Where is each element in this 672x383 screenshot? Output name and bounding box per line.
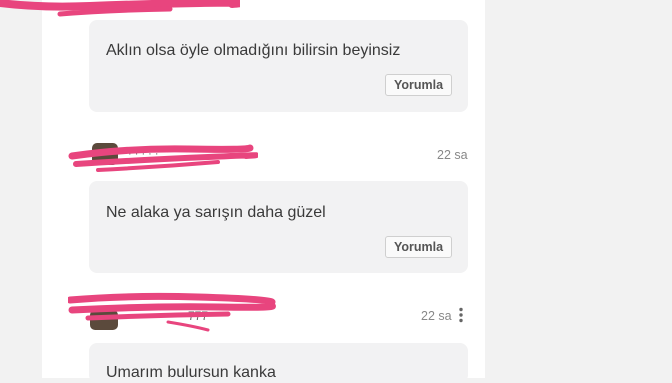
redaction-scribble <box>0 0 240 17</box>
comment-bubble: Ne alaka ya sarışın daha güzel Yorumla <box>89 181 468 273</box>
comment-bubble: Aklın olsa öyle olmadığını bilirsin beyi… <box>89 20 468 112</box>
reply-button[interactable]: Yorumla <box>385 236 452 258</box>
comment-text: Aklın olsa öyle olmadığını bilirsin beyi… <box>106 42 401 59</box>
comment-time: 22 sa <box>437 148 468 162</box>
reply-button[interactable]: Yorumla <box>385 74 452 96</box>
comment-time: 22 sa <box>421 309 452 323</box>
comment-bubble: Umarım bulursun kanka <box>89 343 468 383</box>
comment-header: · · · · · 22 sa <box>68 138 468 178</box>
redaction-scribble <box>68 144 258 172</box>
more-vertical-icon[interactable] <box>458 307 464 323</box>
comment-text: Umarım bulursun kanka <box>106 364 276 381</box>
redaction-scribble <box>68 292 276 332</box>
comment-text: Ne alaka ya sarışın daha güzel <box>106 204 326 221</box>
comment-header: 777 22 sa <box>68 292 468 338</box>
